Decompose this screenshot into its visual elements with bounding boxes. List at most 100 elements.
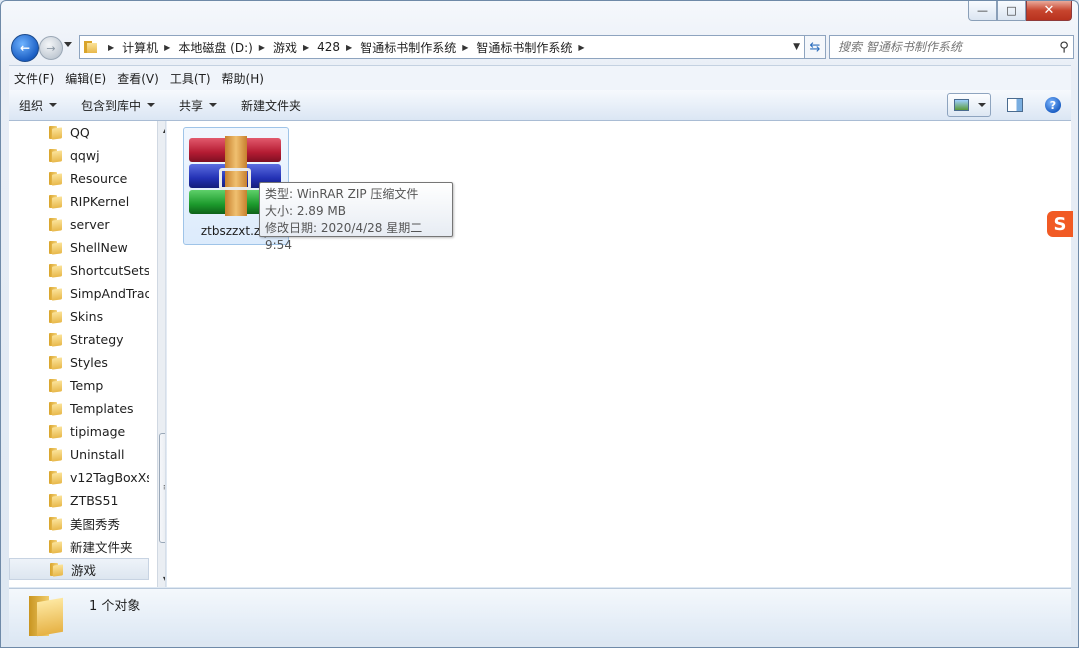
- folder-icon: [49, 217, 63, 231]
- tree-item-label: Templates: [70, 400, 134, 416]
- tree-item[interactable]: qqwj: [9, 144, 149, 166]
- chevron-right-icon[interactable]: ▶: [578, 43, 584, 52]
- tree-item[interactable]: ShortcutSets: [9, 259, 149, 281]
- tree-item[interactable]: Resource: [9, 167, 149, 189]
- tree-item-label: tipimage: [70, 423, 126, 439]
- file-list-area[interactable]: ztbszzxt.zip 类型: WinRAR ZIP 压缩文件 大小: 2.8…: [167, 121, 1073, 587]
- tree-item[interactable]: SimpAndTrad: [9, 282, 149, 304]
- folder-icon: [49, 539, 63, 553]
- tree-item[interactable]: QQ: [9, 121, 149, 143]
- folder-icon: [49, 424, 63, 438]
- recent-pages-dropdown[interactable]: [64, 42, 72, 47]
- chevron-right-icon[interactable]: ▶: [303, 43, 309, 52]
- tree-item[interactable]: Temp: [9, 374, 149, 396]
- tree-item[interactable]: Uninstall: [9, 443, 149, 465]
- breadcrumb-item[interactable]: 428 ▶: [317, 40, 360, 54]
- chevron-right-icon[interactable]: ▶: [164, 43, 170, 52]
- change-view-button[interactable]: [947, 93, 991, 117]
- navigation-pane: QQ qqwj Resource RIPKernel server ShellN…: [9, 121, 166, 587]
- folder-icon: [84, 41, 98, 53]
- file-info-tooltip: 类型: WinRAR ZIP 压缩文件 大小: 2.89 MB 修改日期: 20…: [259, 182, 453, 252]
- tree-item[interactable]: server: [9, 213, 149, 235]
- search-box[interactable]: ⚲: [829, 35, 1074, 59]
- breadcrumb-item[interactable]: 智通标书制作系统 ▶: [476, 39, 592, 56]
- breadcrumb-label: 游戏: [272, 40, 297, 55]
- caption-buttons: — □ ✕: [968, 1, 1072, 21]
- address-history-dropdown-icon[interactable]: ▼: [793, 42, 800, 52]
- breadcrumb-item[interactable]: 本地磁盘 (D:) ▶: [178, 39, 273, 56]
- forward-arrow-icon: →: [46, 41, 56, 55]
- folder-icon: [49, 194, 63, 208]
- tree-item[interactable]: v12TagBoxXs: [9, 466, 149, 488]
- help-button[interactable]: ?: [1045, 97, 1061, 113]
- tree-item-label: ShellNew: [70, 239, 128, 255]
- scroll-down-arrow-icon[interactable]: ▼: [158, 571, 165, 587]
- preview-pane-button[interactable]: [1007, 98, 1023, 112]
- breadcrumb-separator[interactable]: ▶: [102, 43, 122, 52]
- tooltip-modified: 修改日期: 2020/4/28 星期二 9:54: [265, 221, 423, 252]
- refresh-button[interactable]: ⇆: [805, 35, 826, 59]
- tree-item[interactable]: tipimage: [9, 420, 149, 442]
- sogou-ime-icon[interactable]: S: [1047, 211, 1073, 237]
- navigation-scrollbar[interactable]: ▲ ≡ ▼: [157, 121, 165, 587]
- tree-item[interactable]: Strategy: [9, 328, 149, 350]
- search-icon[interactable]: ⚲: [1055, 40, 1073, 55]
- chevron-right-icon[interactable]: ▶: [462, 43, 468, 52]
- tree-item-label: server: [70, 216, 110, 232]
- scroll-thumb[interactable]: ≡: [159, 433, 165, 543]
- close-button[interactable]: ✕: [1026, 1, 1072, 21]
- tree-item-label: v12TagBoxXs: [70, 469, 149, 485]
- breadcrumb-label: 本地磁盘 (D:): [178, 40, 253, 55]
- tree-item[interactable]: Templates: [9, 397, 149, 419]
- folder-icon: [49, 516, 63, 530]
- tree-item-label: Skins: [70, 308, 104, 324]
- tree-item-label: qqwj: [70, 147, 100, 163]
- item-count: 1 个对象: [89, 599, 141, 614]
- menu-help[interactable]: 帮助(H): [217, 70, 269, 87]
- navigation-row: ← → ▶ 计算机 ▶ 本地磁盘 (D:) ▶ 游戏 ▶ 428 ▶ 智通标书制作系统 ▶…: [9, 34, 1074, 62]
- menu-file[interactable]: 文件(F): [9, 70, 59, 87]
- search-input[interactable]: [830, 37, 1055, 57]
- back-arrow-icon: ←: [19, 41, 31, 55]
- tree-item[interactable]: ShellNew: [9, 236, 149, 258]
- tree-item[interactable]: 美图秀秀: [9, 512, 149, 534]
- breadcrumb-label: 智通标书制作系统: [476, 40, 573, 55]
- chevron-right-icon[interactable]: ▶: [346, 43, 352, 52]
- address-bar[interactable]: ▶ 计算机 ▶ 本地磁盘 (D:) ▶ 游戏 ▶ 428 ▶ 智通标书制作系统 ▶ 智通标…: [79, 35, 805, 59]
- tree-item[interactable]: RIPKernel: [9, 190, 149, 212]
- organize-label: 组织: [19, 98, 44, 113]
- breadcrumb-item[interactable]: 计算机 ▶: [122, 39, 178, 56]
- menu-tools[interactable]: 工具(T): [165, 70, 216, 87]
- menu-edit[interactable]: 编辑(E): [60, 70, 111, 87]
- tree-item[interactable]: Styles: [9, 351, 149, 373]
- folder-icon: [49, 378, 63, 392]
- folder-icon: [49, 332, 63, 346]
- share-button[interactable]: 共享: [169, 97, 231, 114]
- folder-icon: [49, 286, 63, 300]
- new-folder-button[interactable]: 新建文件夹: [231, 97, 315, 114]
- tree-item[interactable]: ZTBS51: [9, 489, 149, 511]
- minimize-button[interactable]: —: [968, 1, 997, 21]
- tree-item-label: Temp: [70, 377, 104, 393]
- menu-view[interactable]: 查看(V): [112, 70, 164, 87]
- caret-down-icon[interactable]: [978, 103, 986, 107]
- chevron-right-icon[interactable]: ▶: [259, 43, 265, 52]
- folder-icon: [49, 309, 63, 323]
- breadcrumb-item[interactable]: 智通标书制作系统 ▶: [360, 39, 476, 56]
- breadcrumb-item[interactable]: 游戏 ▶: [273, 39, 317, 56]
- tree-item-label: RIPKernel: [70, 193, 130, 209]
- tree-item[interactable]: 新建文件夹: [9, 535, 149, 557]
- tree-item-label: 新建文件夹: [70, 539, 133, 555]
- forward-button[interactable]: →: [39, 36, 63, 60]
- organize-button[interactable]: 组织: [9, 97, 71, 114]
- tree-item[interactable]: Skins: [9, 305, 149, 327]
- back-button[interactable]: ←: [11, 34, 39, 62]
- scroll-up-arrow-icon[interactable]: ▲: [158, 121, 165, 137]
- folder-icon: [49, 240, 63, 254]
- share-label: 共享: [179, 98, 204, 113]
- include-in-library-button[interactable]: 包含到库中: [71, 97, 169, 114]
- breadcrumb-label: 428: [317, 40, 341, 54]
- tree-item-label: 美图秀秀: [70, 516, 121, 532]
- tree-item-selected[interactable]: 游戏: [9, 558, 149, 580]
- maximize-button[interactable]: □: [997, 1, 1026, 21]
